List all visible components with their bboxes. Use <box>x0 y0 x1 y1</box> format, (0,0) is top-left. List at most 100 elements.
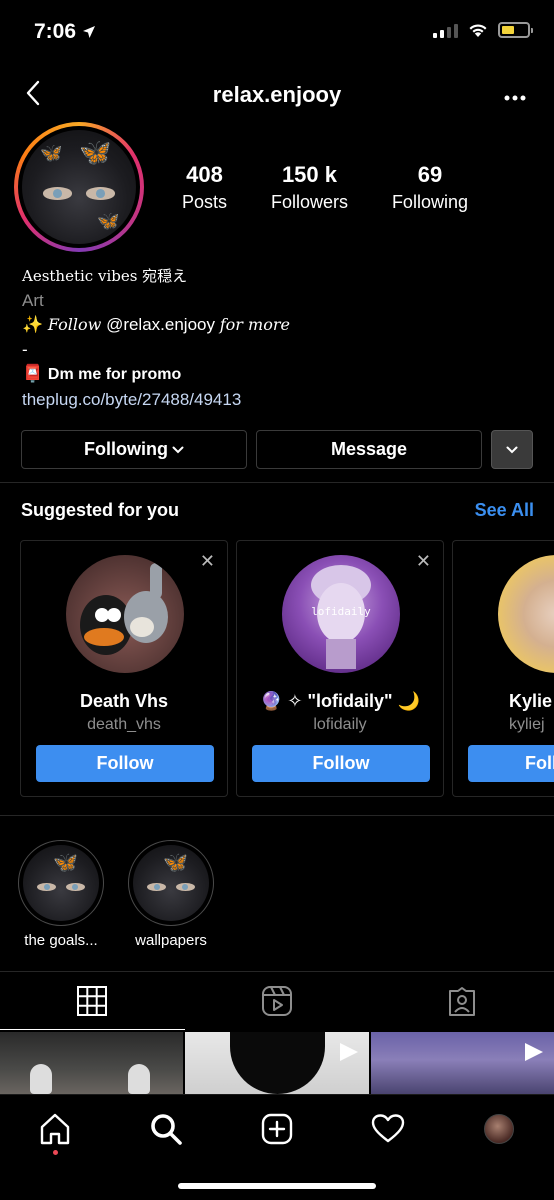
suggested-handle: lofidaily <box>313 716 367 733</box>
butterfly-icon: 🦋 <box>53 851 79 874</box>
new-post-icon <box>261 1113 293 1145</box>
bio-mention-link[interactable]: @relax.enjooy <box>106 315 215 334</box>
ghost-figure <box>128 1064 150 1094</box>
stat-value: 150 k <box>281 162 337 187</box>
bio-line-1: Aesthetic vibes 宛穏え <box>22 267 188 285</box>
suggested-name: Death Vhs <box>79 691 169 711</box>
more-dots-icon <box>504 95 526 101</box>
activity-heart-icon <box>371 1114 404 1143</box>
suggested-toggle-button[interactable] <box>491 430 533 469</box>
reel-play-icon <box>339 1043 358 1061</box>
follow-button[interactable]: Follow <box>252 745 430 782</box>
ghost-figure <box>30 1064 52 1094</box>
home-icon <box>41 1113 70 1145</box>
suggested-card[interactable]: Kylie kyliej Follow <box>452 540 554 797</box>
bio-promo-text: Dm me for promo <box>47 366 182 383</box>
postbox-emoji: 📮 <box>22 364 44 383</box>
chevron-down-icon <box>172 446 184 453</box>
butterfly-icon: 🦋 <box>97 211 120 232</box>
profile-avatar: 🦋 🦋 🦋 <box>22 130 136 244</box>
stat-followers[interactable]: 150 k Followers <box>271 162 348 213</box>
close-icon[interactable]: ✕ <box>200 551 215 572</box>
posts-grid <box>0 1032 554 1094</box>
following-label: Following <box>84 439 168 459</box>
sparkles-emoji: ✨ <box>22 315 44 334</box>
nav-profile[interactable] <box>479 1109 519 1149</box>
profile-header: relax.enjooy <box>0 72 554 116</box>
suggested-cards: ✕ Death Vhs death_vhs Follow ✕ lofidaily <box>20 540 554 797</box>
stat-posts[interactable]: 408 Posts <box>182 162 227 213</box>
suggested-avatar[interactable]: lofidaily <box>282 555 400 673</box>
notification-dot <box>52 1150 58 1155</box>
follow-button[interactable]: Follow <box>36 745 214 782</box>
post-thumbnail[interactable] <box>185 1032 369 1094</box>
avatar-overlay-text: lofidaily <box>311 605 371 618</box>
more-options-button[interactable] <box>504 80 526 108</box>
suggested-card[interactable]: ✕ lofidaily 🔮 ✧ "lofidaily" 🌙 lofidaily … <box>236 540 444 797</box>
message-button[interactable]: Message <box>256 430 482 469</box>
bio-follow-text: Follow <box>47 315 102 334</box>
status-bar: 7:06 <box>0 0 554 66</box>
see-all-link[interactable]: See All <box>475 500 534 521</box>
highlight-label: wallpapers <box>135 932 207 949</box>
tab-grid[interactable] <box>0 972 185 1030</box>
reels-icon <box>262 986 292 1016</box>
stat-label: Following <box>391 192 468 212</box>
nav-new-post[interactable] <box>257 1109 297 1149</box>
profile-actions: Following Message <box>21 430 533 469</box>
tagged-icon <box>448 987 475 1016</box>
bio-website-link[interactable]: theplug.co/byte/27488/49413 <box>22 388 542 413</box>
clock-text: 7:06 <box>34 20 77 43</box>
highlight-item[interactable]: 🦋 the goals... <box>18 840 104 949</box>
divider <box>0 815 554 816</box>
post-thumbnail[interactable] <box>370 1032 554 1094</box>
suggested-handle: kyliej <box>509 716 545 733</box>
suggested-avatar[interactable] <box>66 555 184 673</box>
tab-tagged[interactable] <box>369 972 554 1030</box>
following-button[interactable]: Following <box>21 430 247 469</box>
profile-avatar-story-ring[interactable]: 🦋 🦋 🦋 <box>14 122 144 252</box>
post-thumbnail[interactable] <box>0 1032 184 1094</box>
bio-for-more-text: for more <box>219 315 290 334</box>
suggested-avatar[interactable] <box>498 555 554 673</box>
butterfly-icon: 🦋 <box>40 142 63 163</box>
bio-line-5: 📮 Dm me for promo <box>22 362 542 388</box>
status-indicators <box>433 22 533 38</box>
cellular-signal-icon <box>433 22 458 38</box>
nav-activity[interactable] <box>368 1109 408 1149</box>
stat-following[interactable]: 69 Following <box>392 162 468 213</box>
profile-username: relax.enjooy <box>212 82 342 107</box>
profile-avatar-thumbnail <box>483 1114 514 1144</box>
close-icon[interactable]: ✕ <box>416 551 431 572</box>
stat-value: 408 <box>186 162 223 187</box>
grid-icon <box>77 985 108 1016</box>
highlight-item[interactable]: 🦋 wallpapers <box>128 840 214 949</box>
highlight-cover: 🦋 <box>133 845 209 921</box>
highlight-cover: 🦋 <box>23 845 99 921</box>
divider <box>0 482 554 483</box>
nav-home[interactable] <box>35 1109 75 1155</box>
battery-icon <box>498 22 533 38</box>
location-arrow-icon <box>83 26 96 38</box>
illustration-shape <box>230 1032 326 1094</box>
search-icon <box>151 1114 182 1145</box>
mask-eye-right <box>85 187 116 200</box>
suggested-name: Kylie <box>509 691 553 711</box>
status-time: 7:06 <box>34 20 96 44</box>
nav-search[interactable] <box>146 1109 186 1149</box>
tab-reels[interactable] <box>185 972 370 1030</box>
chevron-down-icon <box>506 446 518 453</box>
butterfly-icon: 🦋 <box>79 137 112 168</box>
profile-bio: Aesthetic vibes 宛穏え Art ✨ Follow @relax.… <box>22 264 542 412</box>
story-highlights: 🦋 the goals... 🦋 wallpapers <box>18 840 214 949</box>
follow-button[interactable]: Follow <box>468 745 554 782</box>
reel-play-icon <box>524 1043 543 1061</box>
suggested-title: Suggested for you <box>21 500 180 520</box>
suggested-card[interactable]: ✕ Death Vhs death_vhs Follow <box>20 540 228 797</box>
message-label: Message <box>330 439 408 459</box>
mask-eye-left <box>42 187 73 200</box>
profile-tabs <box>0 972 554 1030</box>
stat-label: Followers <box>270 192 348 212</box>
cartoon-duck-bunny-image <box>80 563 168 655</box>
home-indicator <box>178 1183 376 1189</box>
